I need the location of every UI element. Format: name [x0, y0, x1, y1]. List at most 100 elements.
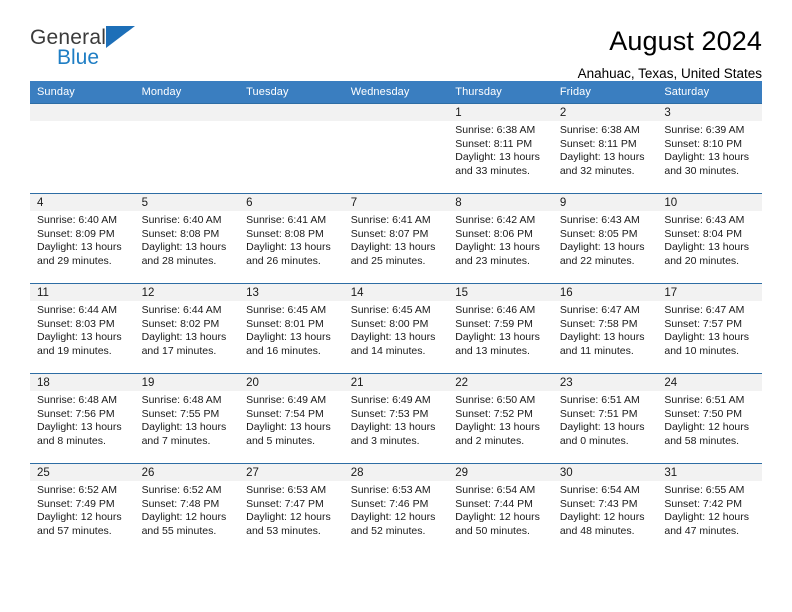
day-number: 9: [552, 194, 658, 211]
logo-text-general: General: [30, 26, 107, 49]
weekday-header-sunday: Sunday: [30, 81, 135, 104]
day-number: 30: [552, 464, 658, 481]
calendar-day-cell[interactable]: 10 Sunrise: 6:43 AM Sunset: 8:04 PM Dayligh…: [657, 193, 762, 284]
sunrise-text: Sunrise: 6:41 AM: [350, 214, 431, 226]
generalblue-logo[interactable]: General Blue: [30, 26, 136, 69]
day-number: 1: [448, 104, 553, 121]
day-number: 7: [343, 194, 449, 211]
calendar-day-cell[interactable]: 20 Sunrise: 6:49 AM Sunset: 7:54 PM Dayligh…: [239, 373, 344, 464]
day-number: 27: [239, 464, 344, 481]
calendar-day-cell[interactable]: 28 Sunrise: 6:53 AM Sunset: 7:46 PM Dayligh…: [343, 463, 449, 554]
day-number: 21: [343, 374, 449, 391]
calendar-day-cell[interactable]: 22 Sunrise: 6:50 AM Sunset: 7:52 PM Dayligh…: [448, 373, 553, 464]
sunset-text: Sunset: 7:53 PM: [350, 407, 429, 420]
calendar-day-cell[interactable]: 7 Sunrise: 6:41 AM Sunset: 8:07 PM Daylight…: [343, 193, 449, 284]
sunset-text: Sunset: 7:50 PM: [664, 407, 743, 420]
day-cell-inner: 26 Sunrise: 6:52 AM Sunset: 7:48 PM Dayligh…: [134, 464, 240, 554]
day-cell-details: Sunrise: 6:50 AM Sunset: 7:52 PM Daylight:…: [448, 391, 553, 448]
calendar-day-cell[interactable]: 14 Sunrise: 6:45 AM Sunset: 8:00 PM Dayligh…: [343, 283, 449, 374]
sunset-text: Sunset: 8:02 PM: [141, 317, 220, 330]
sunset-text: Sunset: 8:07 PM: [350, 227, 429, 240]
calendar-day-cell[interactable]: 6 Sunrise: 6:41 AM Sunset: 8:08 PM Daylight…: [239, 193, 344, 284]
calendar-day-cell[interactable]: 27 Sunrise: 6:53 AM Sunset: 7:47 PM Dayligh…: [239, 463, 344, 554]
brand-triangle-icon: [106, 26, 136, 48]
calendar-day-cell[interactable]: 18 Sunrise: 6:48 AM Sunset: 7:56 PM Dayligh…: [30, 373, 135, 464]
calendar-day-cell[interactable]: 1 Sunrise: 6:38 AM Sunset: 8:11 PM Daylight…: [448, 103, 553, 194]
day-cell-details: Sunrise: 6:52 AM Sunset: 7:49 PM Daylight:…: [30, 481, 135, 538]
daylight-text-line2: and 22 minutes.: [559, 254, 635, 267]
day-cell-details: Sunrise: 6:40 AM Sunset: 8:09 PM Daylight:…: [30, 211, 135, 268]
calendar-day-cell[interactable]: 19 Sunrise: 6:48 AM Sunset: 7:55 PM Dayligh…: [134, 373, 240, 464]
daylight-text-line2: and 23 minutes.: [455, 254, 530, 267]
day-cell-inner: 6 Sunrise: 6:41 AM Sunset: 8:08 PM Daylight…: [239, 194, 344, 283]
calendar-day-cell[interactable]: 3 Sunrise: 6:39 AM Sunset: 8:10 PM Daylight…: [657, 103, 762, 194]
calendar-day-cell[interactable]: 23 Sunrise: 6:51 AM Sunset: 7:51 PM Dayligh…: [552, 373, 658, 464]
daylight-text-line1: Daylight: 13 hours: [455, 241, 540, 254]
daylight-text-line1: Daylight: 12 hours: [559, 511, 645, 524]
calendar-day-cell[interactable]: 11 Sunrise: 6:44 AM Sunset: 8:03 PM Dayligh…: [30, 283, 135, 374]
sunrise-text: Sunrise: 6:54 AM: [559, 484, 640, 496]
calendar-day-cell[interactable]: 4 Sunrise: 6:40 AM Sunset: 8:09 PM Daylight…: [30, 193, 135, 284]
daylight-text-line2: and 20 minutes.: [664, 254, 740, 267]
sunrise-text: Sunrise: 6:52 AM: [37, 484, 117, 496]
sunset-text: Sunset: 7:56 PM: [37, 407, 115, 420]
location-subtitle: Anahuac, Texas, United States: [577, 66, 762, 81]
day-number: 13: [239, 284, 344, 301]
day-cell-details: Sunrise: 6:43 AM Sunset: 8:04 PM Daylight:…: [657, 211, 762, 268]
calendar-day-cell[interactable]: 21 Sunrise: 6:49 AM Sunset: 7:53 PM Dayligh…: [343, 373, 449, 464]
calendar-day-cell[interactable]: 5 Sunrise: 6:40 AM Sunset: 8:08 PM Daylight…: [134, 193, 240, 284]
day-cell-inner: 10 Sunrise: 6:43 AM Sunset: 8:04 PM Dayligh…: [657, 194, 762, 283]
sunrise-text: Sunrise: 6:40 AM: [37, 214, 117, 226]
calendar-day-cell[interactable]: 8 Sunrise: 6:42 AM Sunset: 8:06 PM Daylight…: [448, 193, 553, 284]
calendar-day-cell[interactable]: 9 Sunrise: 6:43 AM Sunset: 8:05 PM Daylight…: [552, 193, 658, 284]
calendar-day-cell[interactable]: 17 Sunrise: 6:47 AM Sunset: 7:57 PM Dayligh…: [657, 283, 762, 374]
calendar-day-cell[interactable]: 15 Sunrise: 6:46 AM Sunset: 7:59 PM Dayligh…: [448, 283, 553, 374]
daylight-text-line1: Daylight: 13 hours: [141, 241, 227, 254]
sunset-text: Sunset: 8:09 PM: [37, 227, 115, 240]
day-number: 25: [30, 464, 135, 481]
daylight-text-line2: and 25 minutes.: [350, 254, 426, 267]
daylight-text-line1: Daylight: 13 hours: [37, 421, 122, 434]
calendar-day-cell[interactable]: 30 Sunrise: 6:54 AM Sunset: 7:43 PM Dayligh…: [552, 463, 658, 554]
day-cell-inner: 23 Sunrise: 6:51 AM Sunset: 7:51 PM Dayligh…: [552, 374, 658, 463]
page-header: General Blue August 2024 Anahuac, Texas,…: [30, 0, 762, 81]
day-cell-details: Sunrise: 6:48 AM Sunset: 7:56 PM Daylight:…: [30, 391, 135, 448]
day-number: 22: [448, 374, 553, 391]
daylight-text-line2: and 32 minutes.: [559, 164, 635, 177]
daylight-text-line1: Daylight: 13 hours: [559, 331, 645, 344]
day-cell-details: Sunrise: 6:54 AM Sunset: 7:44 PM Daylight:…: [448, 481, 553, 538]
sunset-text: Sunset: 7:44 PM: [455, 497, 533, 510]
calendar-day-cell[interactable]: 12 Sunrise: 6:44 AM Sunset: 8:02 PM Dayligh…: [134, 283, 240, 374]
calendar-empty-cell: [239, 103, 344, 194]
day-cell-inner: [239, 104, 344, 193]
logo-top-row: General: [30, 26, 136, 49]
day-cell-details: Sunrise: 6:39 AM Sunset: 8:10 PM Daylight:…: [657, 121, 762, 178]
calendar-week-row: 18 Sunrise: 6:48 AM Sunset: 7:56 PM Dayligh…: [30, 373, 762, 464]
day-cell-inner: 3 Sunrise: 6:39 AM Sunset: 8:10 PM Daylight…: [657, 104, 762, 193]
daylight-text-line2: and 50 minutes.: [455, 524, 530, 537]
daylight-text-line1: Daylight: 13 hours: [664, 241, 750, 254]
daylight-text-line1: Daylight: 13 hours: [37, 331, 122, 344]
daylight-text-line1: Daylight: 13 hours: [664, 151, 750, 164]
calendar-day-cell[interactable]: 16 Sunrise: 6:47 AM Sunset: 7:58 PM Dayligh…: [552, 283, 658, 374]
day-cell-details: Sunrise: 6:41 AM Sunset: 8:08 PM Daylight:…: [239, 211, 344, 268]
calendar-day-cell[interactable]: 25 Sunrise: 6:52 AM Sunset: 7:49 PM Dayligh…: [30, 463, 135, 554]
day-cell-details: [135, 121, 240, 124]
calendar-week-row: 11 Sunrise: 6:44 AM Sunset: 8:03 PM Dayligh…: [30, 283, 762, 374]
weekday-header-thursday: Thursday: [448, 81, 553, 104]
day-cell-inner: 9 Sunrise: 6:43 AM Sunset: 8:05 PM Daylight…: [552, 194, 658, 283]
calendar-day-cell[interactable]: 2 Sunrise: 6:38 AM Sunset: 8:11 PM Daylight…: [552, 103, 658, 194]
sunrise-text: Sunrise: 6:51 AM: [664, 394, 745, 406]
sunrise-text: Sunrise: 6:40 AM: [141, 214, 222, 226]
daylight-text-line1: Daylight: 13 hours: [246, 421, 331, 434]
calendar-day-cell[interactable]: 24 Sunrise: 6:51 AM Sunset: 7:50 PM Dayligh…: [657, 373, 762, 464]
day-number: 24: [657, 374, 762, 391]
calendar-day-cell[interactable]: 13 Sunrise: 6:45 AM Sunset: 8:01 PM Dayligh…: [239, 283, 344, 374]
calendar-day-cell[interactable]: 29 Sunrise: 6:54 AM Sunset: 7:44 PM Dayligh…: [448, 463, 553, 554]
day-cell-details: Sunrise: 6:44 AM Sunset: 8:02 PM Daylight:…: [135, 301, 240, 358]
calendar-empty-cell: [134, 103, 240, 194]
day-cell-details: Sunrise: 6:49 AM Sunset: 7:54 PM Daylight:…: [239, 391, 344, 448]
calendar-day-cell[interactable]: 31 Sunrise: 6:55 AM Sunset: 7:42 PM Dayligh…: [657, 463, 762, 554]
calendar-day-cell[interactable]: 26 Sunrise: 6:52 AM Sunset: 7:48 PM Dayligh…: [134, 463, 240, 554]
day-cell-details: Sunrise: 6:51 AM Sunset: 7:50 PM Daylight:…: [657, 391, 762, 448]
